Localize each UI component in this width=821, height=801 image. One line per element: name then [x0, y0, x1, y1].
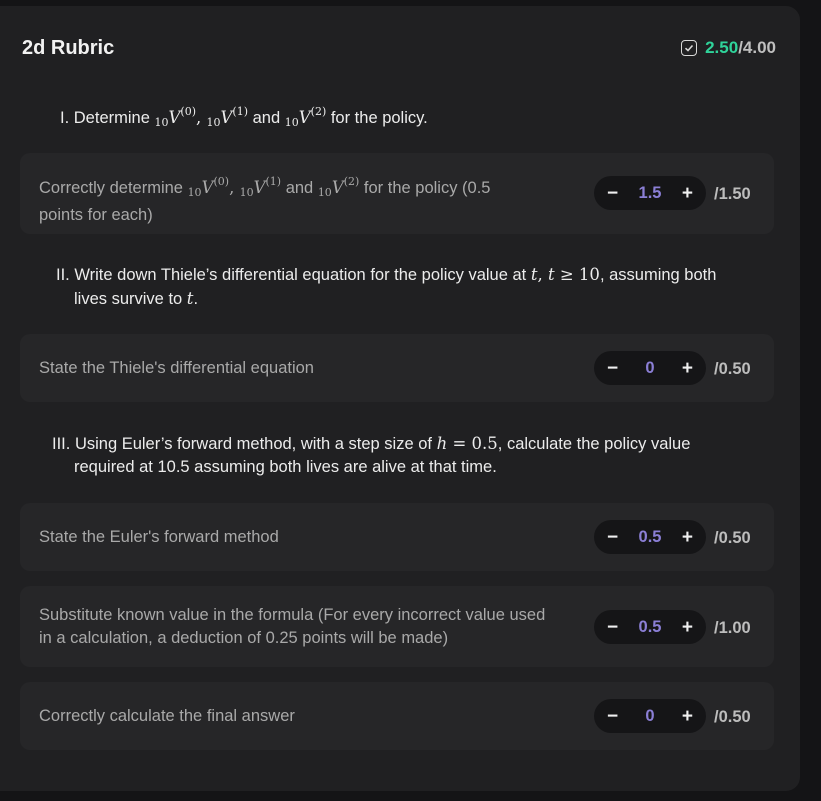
criterion-text: State the Euler's forward method [39, 528, 279, 546]
rubric-title: 2d Rubric [22, 36, 115, 59]
criterion-text: Correctly determine 10V(0), 10V(1) and 1… [39, 175, 491, 224]
max-score: /0.50 [714, 529, 751, 547]
question-text: Using Euler’s forward method, with a ste… [74, 435, 432, 453]
score-total: /4.00 [738, 38, 776, 57]
decrement-button[interactable]: − [607, 359, 618, 378]
criterion-row: State the Thiele's differential equation… [20, 334, 774, 402]
math-formula: 10V(0), 10V(1) [154, 105, 249, 129]
question-number: II. [56, 266, 70, 284]
score-stepper: − 1.5 + [594, 176, 706, 210]
increment-button[interactable]: + [682, 707, 693, 726]
question-text: and [252, 109, 281, 127]
score-stepper: − 0 + [594, 699, 706, 733]
criterion-text: State the Thiele's differential equation [39, 359, 314, 377]
score-value[interactable]: 1.5 [639, 184, 662, 203]
total-score: 2.50/4.00 [681, 38, 776, 58]
max-score: /0.50 [714, 708, 751, 726]
increment-button[interactable]: + [682, 359, 693, 378]
question-text: for the policy. [330, 109, 428, 127]
question-number: III. [52, 435, 71, 453]
question-text: Write down Thiele’s differential equatio… [74, 266, 527, 284]
question-text: lives survive to [74, 290, 183, 308]
score-value[interactable]: 0.5 [639, 528, 662, 547]
criterion-text: Correctly calculate the final answer [39, 707, 295, 725]
score-value[interactable]: 0 [645, 359, 654, 378]
score-value[interactable]: 0.5 [639, 618, 662, 637]
question-text: , calculate the policy value [497, 435, 691, 453]
decrement-button[interactable]: − [607, 528, 618, 547]
math-formula: 10V(2) [284, 105, 327, 129]
question-text: . [193, 290, 199, 308]
rubric-panel: 2d Rubric 2.50/4.00 I. Determine 10V(0),… [0, 6, 800, 791]
question-1: I. Determine 10V(0), 10V(1) and 10V(2) f… [60, 100, 428, 134]
score-value[interactable]: 0 [645, 707, 654, 726]
score-obtained: 2.50 [705, 38, 739, 57]
criterion-row: Correctly determine 10V(0), 10V(1) and 1… [20, 153, 774, 234]
score-stepper: − 0 + [594, 351, 706, 385]
criterion-text: Substitute known value in the formula (F… [39, 606, 546, 647]
max-score: /0.50 [714, 360, 751, 378]
increment-button[interactable]: + [682, 184, 693, 203]
score-stepper: − 0.5 + [594, 520, 706, 554]
max-score: /1.00 [714, 619, 751, 637]
criterion-row: Correctly calculate the final answer − 0… [20, 682, 774, 750]
question-text: required at 10.5 assuming both lives are… [74, 458, 497, 476]
criterion-row: Substitute known value in the formula (F… [20, 586, 774, 667]
checkbox-check-icon [681, 40, 698, 56]
question-text: Determine [73, 109, 150, 127]
decrement-button[interactable]: − [607, 184, 618, 203]
question-2: II. Write down Thiele’s differential equ… [56, 265, 717, 308]
question-number: I. [60, 109, 70, 127]
criterion-row: State the Euler's forward method − 0.5 +… [20, 503, 774, 571]
question-3: III. Using Euler’s forward method, with … [52, 434, 691, 476]
decrement-button[interactable]: − [607, 618, 618, 637]
increment-button[interactable]: + [682, 528, 693, 547]
decrement-button[interactable]: − [607, 707, 618, 726]
rubric-header: 2d Rubric 2.50/4.00 [22, 34, 776, 62]
max-score: /1.50 [714, 185, 751, 203]
score-stepper: − 0.5 + [594, 610, 706, 644]
question-text: , assuming both [599, 266, 717, 284]
increment-button[interactable]: + [682, 618, 693, 637]
